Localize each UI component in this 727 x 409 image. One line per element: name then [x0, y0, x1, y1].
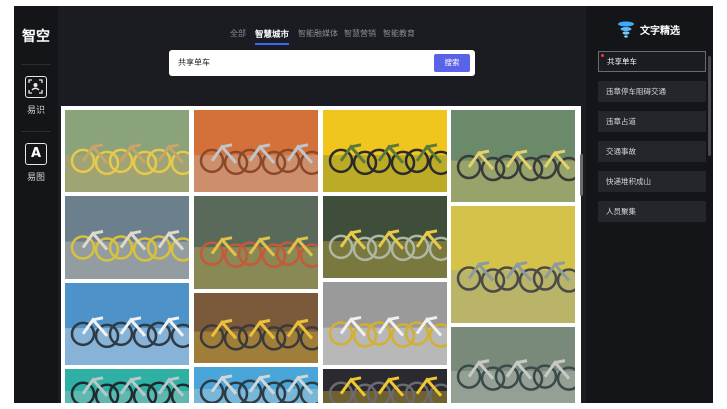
- sidebar-item-label: 易图: [26, 173, 45, 183]
- sidebar-divider: [21, 64, 51, 65]
- sidebar-item-yishi[interactable]: 易识: [14, 76, 58, 116]
- gallery-image[interactable]: [65, 196, 189, 279]
- gallery-image[interactable]: [65, 110, 189, 192]
- search-button[interactable]: 搜索: [434, 54, 470, 72]
- gallery-image[interactable]: [323, 196, 447, 278]
- tab-all[interactable]: 全部: [230, 28, 246, 39]
- panel-scrollbar[interactable]: [708, 56, 711, 156]
- active-tab-indicator: [255, 43, 289, 45]
- text-a-icon: A: [25, 143, 47, 165]
- new-indicator-dot: [601, 54, 604, 57]
- gallery-image[interactable]: [194, 110, 318, 192]
- gallery-image[interactable]: [451, 206, 575, 323]
- sidebar-item-label: 易识: [26, 106, 45, 116]
- tornado-icon: [618, 21, 634, 38]
- gallery-image[interactable]: [194, 367, 318, 403]
- keyword-panel: 文字精选 共享单车违章停车阻碍交通 违章占道交通事故快递堆积成山 人员聚集: [586, 6, 713, 403]
- gallery-image[interactable]: [65, 283, 189, 365]
- sidebar-item-yitu[interactable]: A 易图: [14, 143, 58, 183]
- gallery-image[interactable]: [194, 196, 318, 289]
- left-sidebar: 智空 易识 A 易图: [14, 6, 58, 403]
- search-input[interactable]: 共享单车: [178, 57, 210, 68]
- tab-smart-education[interactable]: 智能教育: [383, 28, 415, 39]
- keyword-item[interactable]: 共享单车: [598, 51, 706, 72]
- scan-icon: [25, 76, 47, 98]
- keyword-item[interactable]: 交通事故: [598, 141, 706, 162]
- panel-title: 文字精选: [640, 26, 680, 37]
- tab-smart-media[interactable]: 智能融媒体: [298, 28, 338, 39]
- gallery-scrollbar[interactable]: [580, 154, 583, 196]
- gallery-image[interactable]: [451, 110, 575, 202]
- keyword-item[interactable]: 人员聚集: [598, 201, 706, 222]
- image-gallery: [61, 106, 581, 403]
- gallery-image[interactable]: [323, 282, 447, 365]
- gallery-image[interactable]: [323, 369, 447, 403]
- gallery-image[interactable]: [323, 110, 447, 192]
- keyword-item[interactable]: 违章占道: [598, 111, 706, 132]
- sidebar-divider: [21, 131, 51, 132]
- app-window: 智空 易识 A 易图 全部 智慧城市 智能融媒体 智慧营销 智能教育 共享单车 …: [14, 6, 713, 403]
- tab-smart-marketing[interactable]: 智慧营销: [344, 28, 376, 39]
- keyword-item[interactable]: 违章停车阻碍交通: [598, 81, 706, 102]
- keyword-item[interactable]: 快递堆积成山: [598, 171, 706, 192]
- app-logo: 智空: [22, 29, 50, 45]
- tab-smart-city[interactable]: 智慧城市: [255, 28, 289, 40]
- gallery-image[interactable]: [65, 369, 189, 403]
- panel-header: 文字精选: [616, 20, 680, 44]
- search-bar: 共享单车 搜索: [169, 50, 475, 76]
- gallery-image[interactable]: [194, 293, 318, 363]
- gallery-image[interactable]: [451, 327, 575, 403]
